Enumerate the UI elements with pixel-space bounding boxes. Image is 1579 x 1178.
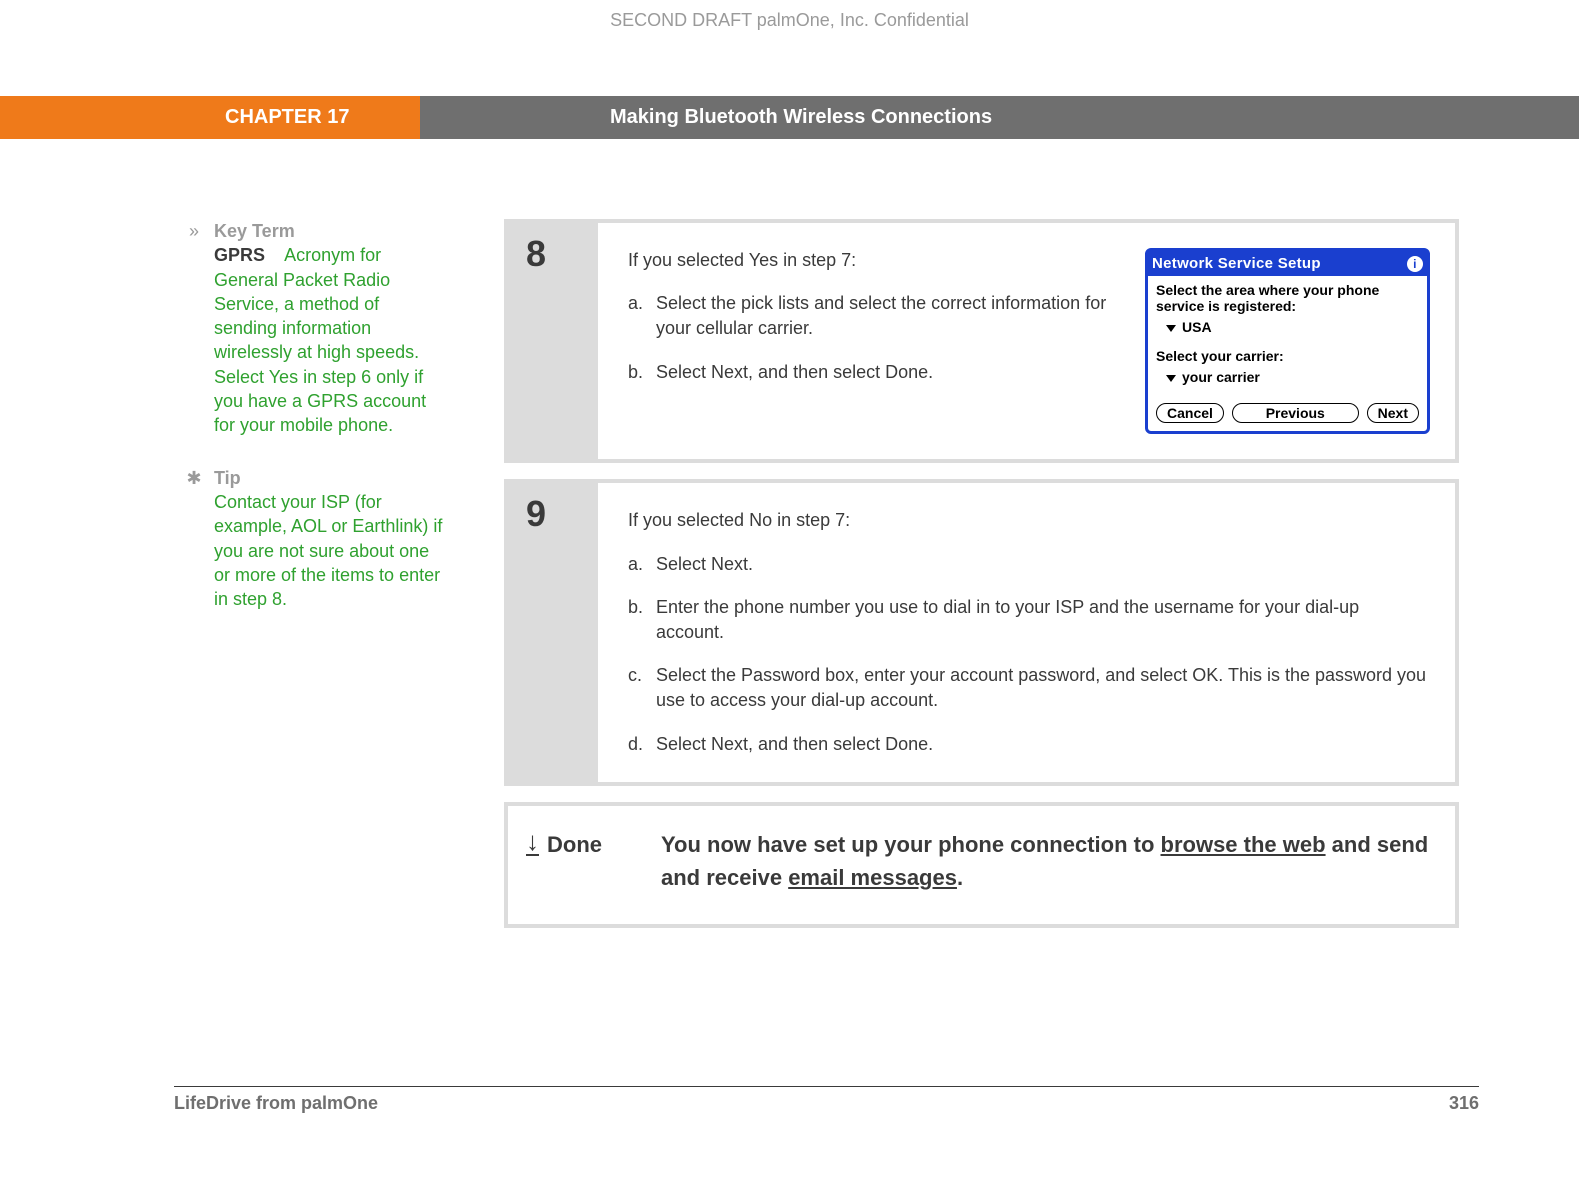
step-8-b-letter: b. (628, 360, 656, 385)
step-9-d-text: Select Next, and then select Done. (656, 732, 1430, 757)
step-9-number: 9 (508, 483, 598, 781)
palm-carrier-prompt: Select your carrier: (1156, 348, 1419, 364)
footer-page-number: 316 (1449, 1093, 1479, 1114)
done-label: Done (547, 828, 602, 861)
palm-cancel-button[interactable]: Cancel (1156, 403, 1224, 423)
confidential-watermark: SECOND DRAFT palmOne, Inc. Confidential (0, 0, 1579, 31)
page-footer: LifeDrive from palmOne 316 (174, 1086, 1479, 1114)
keyterm-icon: » (174, 219, 214, 438)
chapter-header: CHAPTER 17 Making Bluetooth Wireless Con… (0, 96, 1579, 139)
step-9-c-text: Select the Password box, enter your acco… (656, 663, 1430, 713)
tip-body: Contact your ISP (for example, AOL or Ea… (214, 492, 442, 609)
tip-icon: ✱ (174, 466, 214, 612)
keyterm-body: Acronym for General Packet Radio Service… (214, 245, 426, 435)
tip-heading: Tip (214, 468, 241, 488)
step-9-box: 9 If you selected No in step 7: a. Selec… (504, 479, 1459, 785)
sidebar: » Key Term GPRS Acronym for General Pack… (174, 219, 464, 928)
step-8-a-text: Select the pick lists and select the cor… (656, 291, 1120, 341)
palm-carrier-picklist[interactable]: your carrier (1166, 368, 1419, 388)
link-browse-web[interactable]: browse the web (1161, 832, 1326, 857)
step-9-b-text: Enter the phone number you use to dial i… (656, 595, 1430, 645)
step-8-intro: If you selected Yes in step 7: (628, 248, 1120, 273)
step-8-box: 8 If you selected Yes in step 7: a. Sele… (504, 219, 1459, 463)
footer-product-name: LifeDrive from palmOne (174, 1093, 378, 1114)
chapter-label: CHAPTER 17 (0, 106, 420, 129)
keyterm-heading: Key Term (214, 221, 295, 241)
tip-block: ✱ Tip Contact your ISP (for example, AOL… (174, 466, 444, 612)
keyterm-term: GPRS (214, 245, 265, 265)
dropdown-icon (1166, 375, 1176, 382)
keyterm-block: » Key Term GPRS Acronym for General Pack… (174, 219, 444, 438)
step-9-a-text: Select Next. (656, 552, 1430, 577)
link-email-messages[interactable]: email messages (788, 865, 957, 890)
dropdown-icon (1166, 325, 1176, 332)
palm-area-prompt: Select the area where your phone service… (1156, 282, 1419, 314)
palm-screenshot: Network Service Setup i Select the area … (1145, 248, 1430, 434)
done-message: You now have set up your phone connectio… (661, 828, 1430, 894)
palm-area-picklist[interactable]: USA (1166, 318, 1419, 338)
info-icon[interactable]: i (1407, 256, 1423, 272)
palm-titlebar-text: Network Service Setup (1152, 253, 1407, 274)
step-8-b-text: Select Next, and then select Done. (656, 360, 1120, 385)
step-9-b-letter: b. (628, 595, 656, 645)
step-9-d-letter: d. (628, 732, 656, 757)
step-9-a-letter: a. (628, 552, 656, 577)
palm-next-button[interactable]: Next (1367, 403, 1419, 423)
chapter-title: Making Bluetooth Wireless Connections (420, 96, 1579, 139)
step-9-c-letter: c. (628, 663, 656, 713)
done-arrow-icon: ↓ (526, 828, 539, 856)
done-box: ↓ Done You now have set up your phone co… (504, 802, 1459, 928)
step-8-a-letter: a. (628, 291, 656, 341)
step-8-number: 8 (508, 223, 598, 459)
chapter-label-block: CHAPTER 17 (0, 96, 420, 139)
step-9-intro: If you selected No in step 7: (628, 508, 1430, 533)
palm-previous-button[interactable]: Previous (1232, 403, 1359, 423)
main-column: 8 If you selected Yes in step 7: a. Sele… (504, 219, 1459, 928)
